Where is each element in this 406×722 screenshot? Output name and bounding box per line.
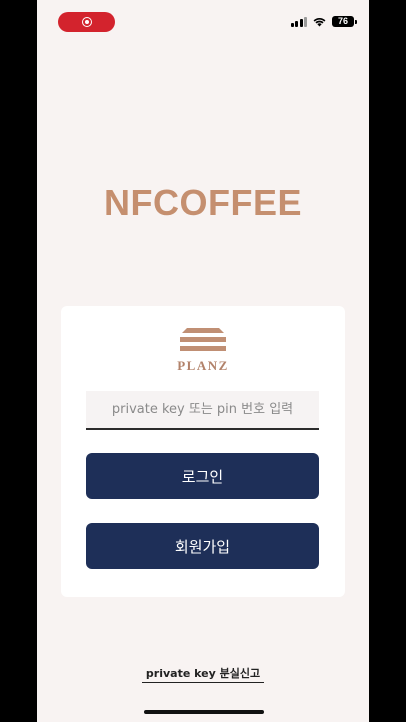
battery-level: 76 (337, 16, 348, 26)
report-lost-key-link[interactable]: private key 분실신고 (141, 667, 265, 683)
private-key-input[interactable] (86, 391, 319, 430)
cellular-signal-icon (290, 16, 307, 27)
signup-button[interactable]: 회원가입 (86, 523, 319, 569)
login-button[interactable]: 로그인 (86, 453, 319, 499)
report-lost-key-link-wrap: private key 분실신고 (37, 664, 369, 683)
app-title: NFCOFFEE (104, 182, 302, 223)
logo-text: PLANZ (177, 358, 229, 373)
status-bar-right: 76 (290, 16, 357, 27)
screen-recording-indicator[interactable] (58, 12, 115, 32)
wifi-icon (313, 17, 326, 27)
planz-logo-icon (180, 328, 226, 351)
phone-screen: 76 NFCOFFEE PLANZ 로그인 회원가입 private key 분… (37, 0, 369, 722)
login-card: PLANZ 로그인 회원가입 (61, 306, 345, 597)
battery-icon: 76 (332, 16, 357, 27)
home-indicator[interactable] (144, 710, 264, 714)
planz-logo: PLANZ (61, 326, 345, 374)
record-icon (81, 17, 92, 27)
